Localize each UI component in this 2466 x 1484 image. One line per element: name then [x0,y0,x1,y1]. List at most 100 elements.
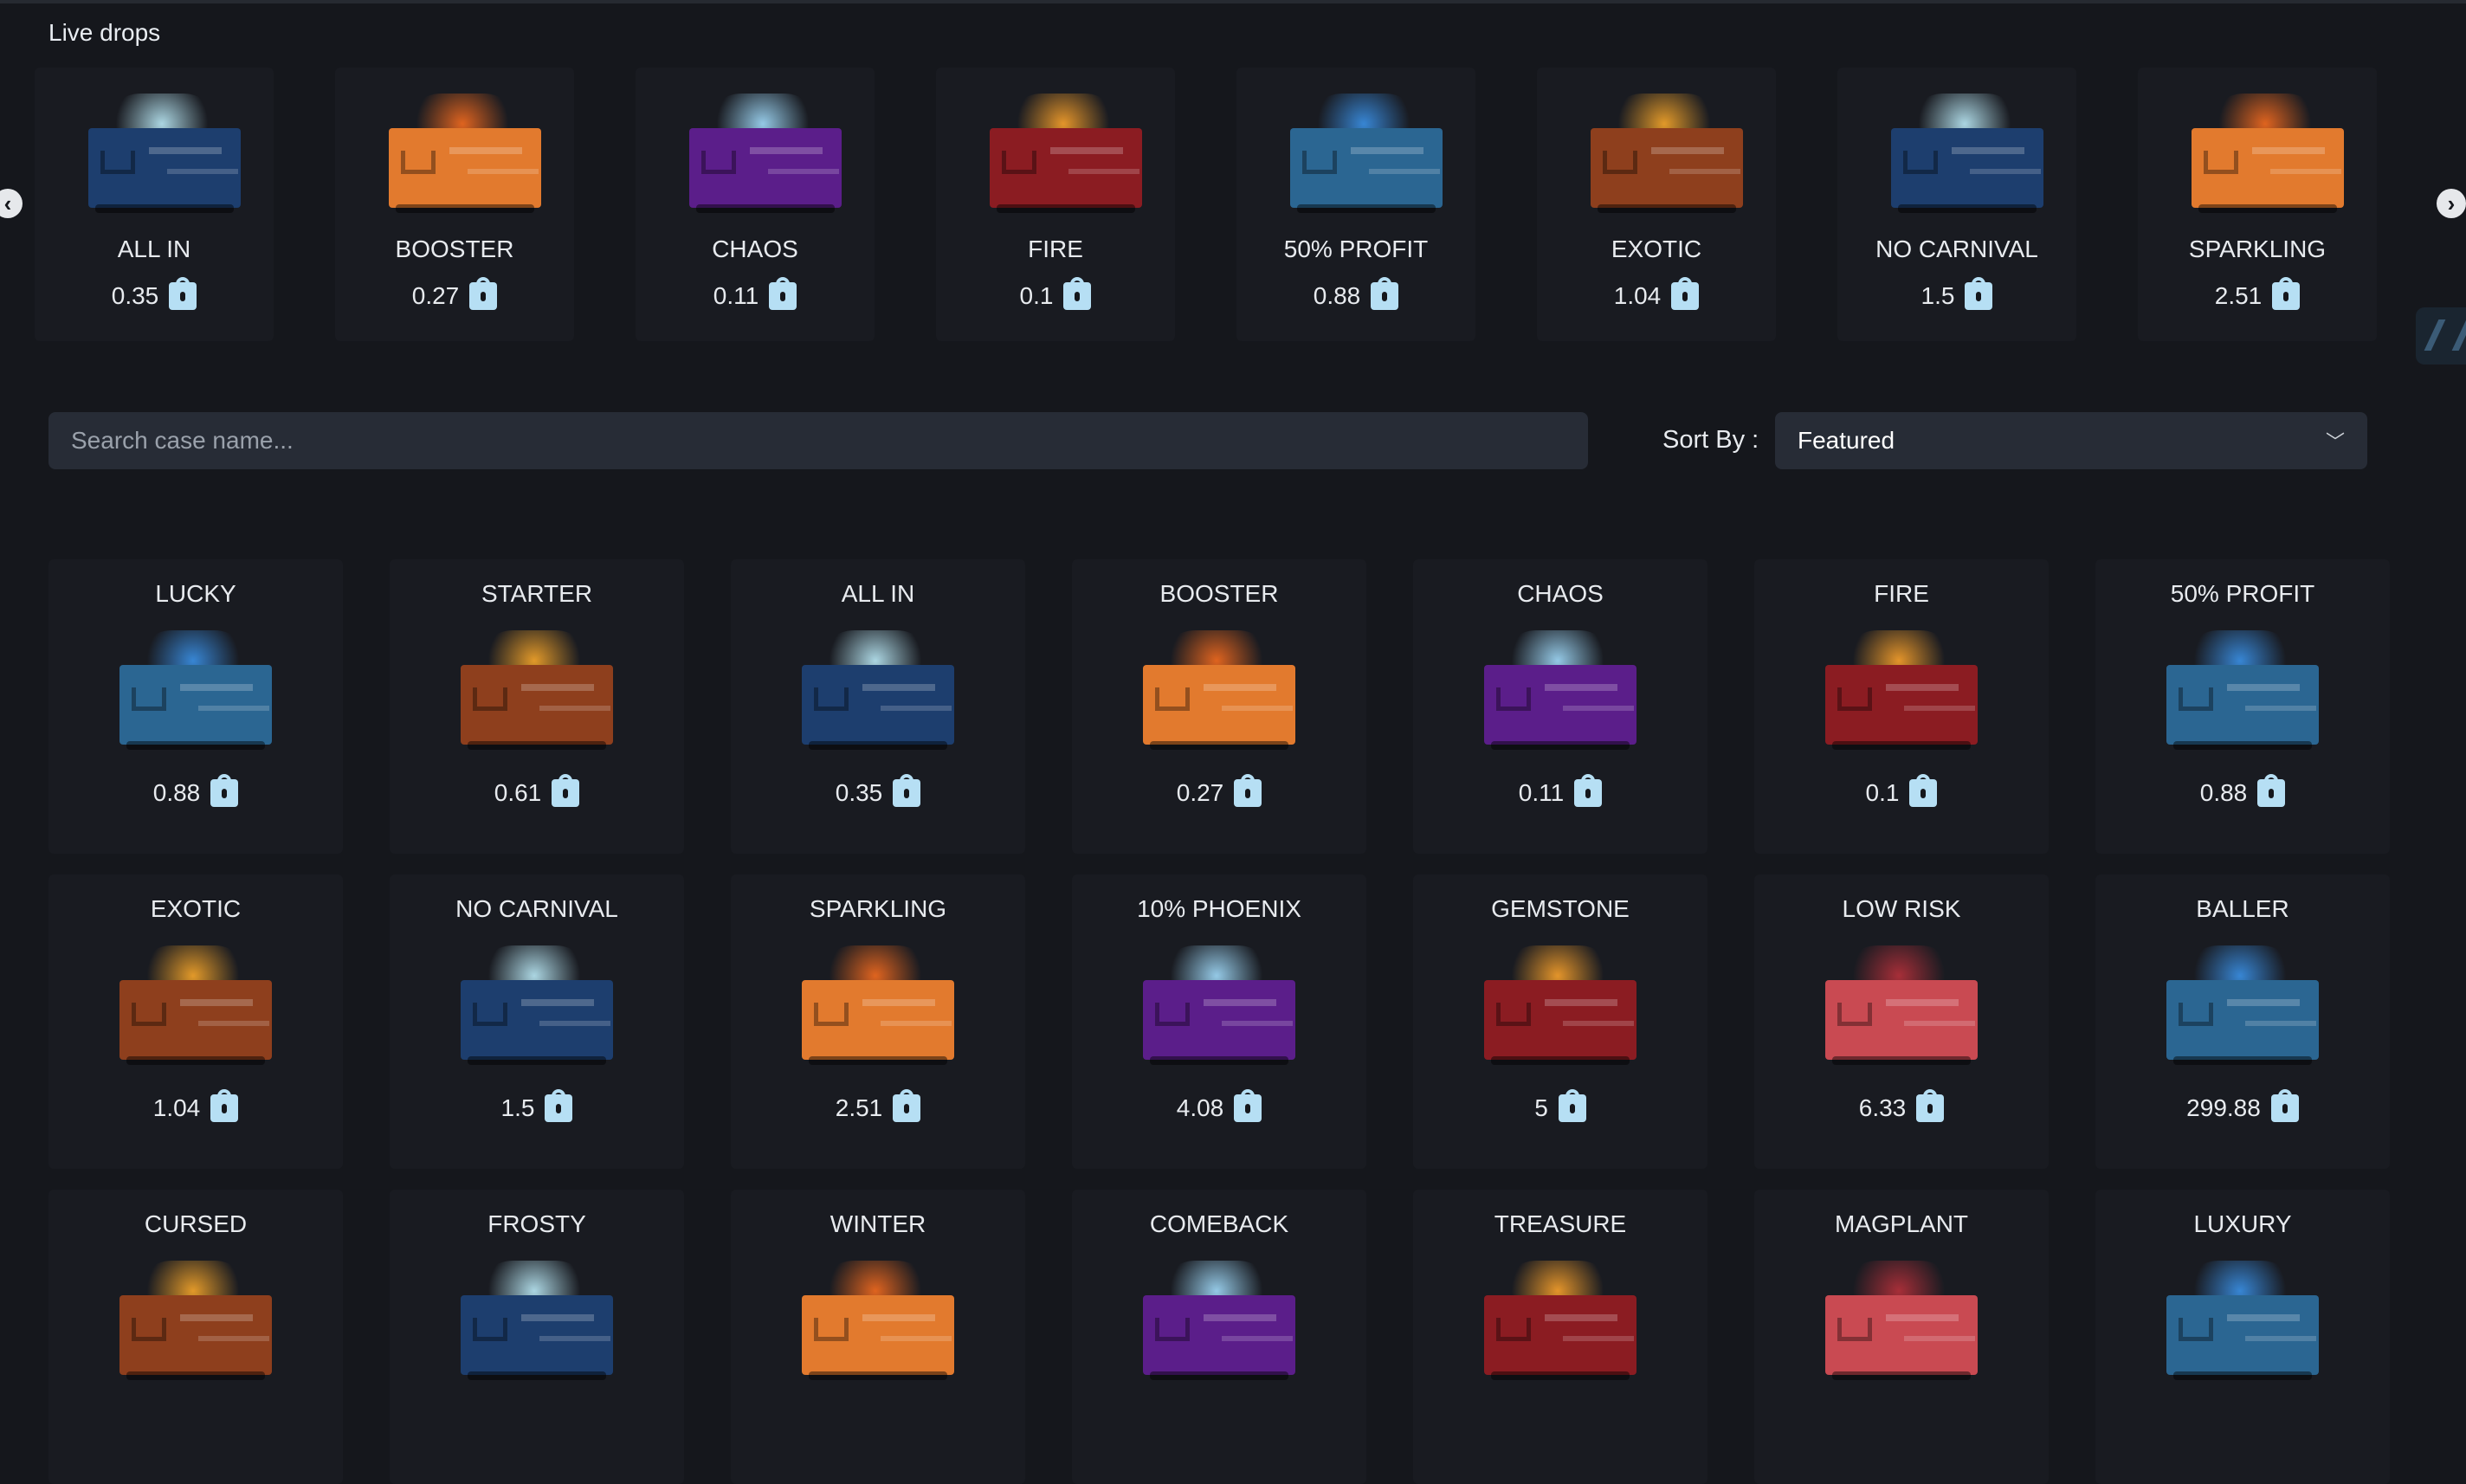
chevron-down-icon: ﹀ [2325,431,2345,453]
sort-select[interactable]: Featured ﹀ [1775,412,2367,469]
case-name: LUXURY [2193,1210,2292,1237]
case-card[interactable]: STARTER 0.61 [390,559,684,854]
live-drop-name: SPARKLING [2188,236,2327,262]
world-lock-icon [1371,277,1399,310]
world-lock-icon [2272,277,2301,310]
live-drop-name: BOOSTER [395,236,514,262]
world-lock-icon [1916,1089,1945,1122]
chest-image [461,945,613,1072]
chest-image [2166,630,2319,757]
case-price: 4.08 [1072,1089,1366,1122]
live-drop-card[interactable]: ALL IN 0.35 [35,68,274,341]
case-price: 6.33 [1754,1089,2049,1122]
chest-image [1484,945,1636,1072]
case-name: COMEBACK [1149,1210,1289,1237]
live-drop-card[interactable]: 50% PROFIT 0.88 [1236,68,1475,341]
chest-body [1825,665,1978,745]
search-input[interactable] [48,412,1588,469]
world-lock-icon [1671,277,1700,310]
case-card[interactable]: BALLER 299.88 [2095,874,2390,1169]
carousel-prev-button[interactable]: ‹ [0,189,23,218]
case-name: CHAOS [1517,580,1604,607]
chest-shadow [468,1056,606,1065]
carousel-next-button[interactable]: › [2437,189,2466,218]
case-name: NO CARNIVAL [455,895,618,922]
case-card[interactable]: MAGPLANT [1754,1190,2049,1484]
chest-image [119,1261,272,1387]
chest-body [689,128,842,208]
case-name: GEMSTONE [1491,895,1630,922]
price-value: 2.51 [2214,282,2263,309]
case-card[interactable]: GEMSTONE 5 [1413,874,1707,1169]
chest-image [1143,1261,1295,1387]
world-lock-icon [545,1089,573,1122]
case-card[interactable]: BOOSTER 0.27 [1072,559,1366,854]
case-card[interactable]: 10% PHOENIX 4.08 [1072,874,1366,1169]
chest-image [1825,630,1978,757]
case-price: 1.04 [1537,277,1776,310]
price-value: 1.04 [152,1094,201,1121]
chest-shadow [809,741,947,750]
live-drop-card[interactable]: NO CARNIVAL 1.5 [1837,68,2076,341]
case-card[interactable]: ALL IN 0.35 [731,559,1025,854]
price-value: 0.35 [835,779,883,806]
case-price: 0.11 [1413,774,1707,807]
case-card[interactable]: CHAOS 0.11 [1413,559,1707,854]
chest-shadow [997,204,1135,213]
chest-image [389,94,541,220]
case-name: BOOSTER [1159,580,1279,607]
case-card[interactable]: LUXURY [2095,1190,2390,1484]
case-price: 2.51 [2138,277,2377,310]
case-name: ALL IN [841,580,915,607]
chest-image [802,945,954,1072]
live-drop-name: CHAOS [712,236,798,262]
side-logo-icon[interactable] [2416,307,2466,365]
chest-shadow [1832,1056,1971,1065]
price-value: 0.61 [494,779,542,806]
case-card[interactable]: FROSTY [390,1190,684,1484]
world-lock-icon [210,774,239,807]
live-drop-card[interactable]: EXOTIC 1.04 [1537,68,1776,341]
case-card[interactable]: 50% PROFIT 0.88 [2095,559,2390,854]
case-card[interactable]: LOW RISK 6.33 [1754,874,2049,1169]
chest-shadow [2173,1056,2312,1065]
live-drop-card[interactable]: BOOSTER 0.27 [335,68,574,341]
case-price: 0.35 [35,277,274,310]
chest-shadow [1598,204,1736,213]
top-border [0,0,2466,3]
case-card[interactable]: SPARKLING 2.51 [731,874,1025,1169]
live-drop-card[interactable]: FIRE 0.1 [936,68,1175,341]
price-value: 1.5 [1921,282,1955,309]
live-drop-name: 50% PROFIT [1283,236,1429,262]
case-card[interactable]: NO CARNIVAL 1.5 [390,874,684,1169]
chest-shadow [1150,1056,1288,1065]
case-card[interactable]: TREASURE [1413,1190,1707,1484]
live-drop-card[interactable]: SPARKLING 2.51 [2138,68,2377,341]
chevron-left-icon: ‹ [3,190,12,216]
chest-image [1484,1261,1636,1387]
world-lock-icon [552,774,580,807]
chest-body [461,980,613,1060]
case-name: SPARKLING [809,895,947,922]
price-value: 0.88 [2199,779,2248,806]
chest-body [1143,665,1295,745]
case-name: LUCKY [155,580,236,607]
chest-body [119,980,272,1060]
chest-body [1825,1295,1978,1375]
chest-shadow [809,1056,947,1065]
case-name: CURSED [144,1210,248,1237]
world-lock-icon [1574,774,1603,807]
case-card[interactable]: WINTER [731,1190,1025,1484]
price-value: 0.35 [111,282,159,309]
chest-shadow [468,741,606,750]
chest-shadow [1832,1371,1971,1380]
live-drop-name: EXOTIC [1611,236,1702,262]
live-drop-name: ALL IN [117,236,191,262]
case-card[interactable]: LUCKY 0.88 [48,559,343,854]
case-card[interactable]: COMEBACK [1072,1190,1366,1484]
case-card[interactable]: EXOTIC 1.04 [48,874,343,1169]
case-card[interactable]: CURSED [48,1190,343,1484]
case-name: MAGPLANT [1834,1210,1969,1237]
case-card[interactable]: FIRE 0.1 [1754,559,2049,854]
live-drop-card[interactable]: CHAOS 0.11 [636,68,875,341]
